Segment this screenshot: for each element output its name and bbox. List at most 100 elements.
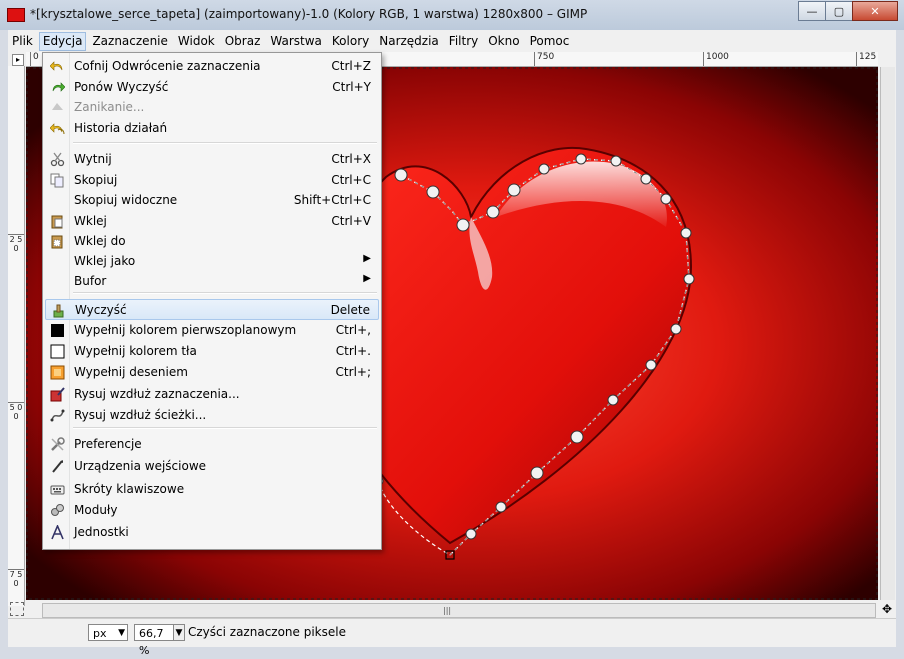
- menu-item-rysuj-wzdłuż-ścieżki[interactable]: Rysuj wzdłuż ścieżki...: [45, 405, 379, 426]
- anchor-point[interactable]: [507, 183, 521, 197]
- menu-item-historia-działań[interactable]: Historia działań: [45, 118, 379, 139]
- anchor-point[interactable]: [683, 273, 695, 285]
- menu-warstwa[interactable]: Warstwa: [266, 32, 326, 51]
- menu-kolory[interactable]: Kolory: [328, 32, 373, 51]
- menu-item-label: Jednostki: [74, 525, 129, 539]
- menu-plik[interactable]: Plik: [8, 32, 37, 51]
- copy-icon: [50, 173, 65, 188]
- ruler-corner-menu-icon[interactable]: ▸: [12, 54, 24, 66]
- menu-item-label: Wklej: [74, 214, 107, 228]
- menu-item-label: Wyczyść: [75, 303, 127, 317]
- stroke-path-icon: [50, 408, 65, 423]
- menu-item-shortcut: Ctrl+X: [331, 152, 371, 166]
- anchor-point[interactable]: [495, 501, 507, 513]
- anchor-point[interactable]: [456, 218, 470, 232]
- history-icon: [49, 121, 65, 136]
- anchor-point[interactable]: [394, 168, 408, 182]
- menu-item-cofnij-odwrócenie-zaznaczenia[interactable]: Cofnij Odwrócenie zaznaczenia Ctrl+Z: [45, 56, 379, 77]
- menu-item-urządzenia-wejściowe[interactable]: Urządzenia wejściowe: [45, 456, 379, 477]
- anchor-point[interactable]: [680, 227, 692, 239]
- menu-item-zanikanie[interactable]: Zanikanie...: [45, 97, 379, 118]
- menu-item-preferencje[interactable]: Preferencje: [45, 434, 379, 455]
- menu-item-wytnij[interactable]: Wytnij Ctrl+X: [45, 149, 379, 170]
- ruler-tick-label: 750: [534, 52, 554, 66]
- menu-item-skopiuj[interactable]: Skopiuj Ctrl+C: [45, 170, 379, 191]
- anchor-point[interactable]: [538, 163, 550, 175]
- anchor-point[interactable]: [570, 430, 584, 444]
- chevron-down-icon: ▼: [118, 628, 125, 638]
- menu-item-wypełnij-kolorem-pierwszoplanowym[interactable]: Wypełnij kolorem pierwszoplanowym Ctrl+,: [45, 320, 379, 341]
- zoom-field[interactable]: 66,7 %: [134, 624, 174, 657]
- menu-obraz[interactable]: Obraz: [221, 32, 265, 51]
- menu-item-wypełnij-deseniem[interactable]: Wypełnij deseniem Ctrl+;: [45, 362, 379, 383]
- stroke-selection-icon: [50, 387, 65, 402]
- anchor-point[interactable]: [607, 394, 619, 406]
- menu-filtry[interactable]: Filtry: [445, 32, 482, 51]
- anchor-point[interactable]: [426, 185, 440, 199]
- units-icon: [50, 523, 65, 540]
- menu-item-label: Wklej do: [74, 234, 126, 248]
- menu-edycja[interactable]: Edycja: [38, 31, 87, 51]
- menu-item-skróty-klawiszowe[interactable]: Skróty klawiszowe: [45, 479, 379, 500]
- zoom-dropdown-icon[interactable]: ▼: [173, 624, 185, 641]
- menu-narzędzia[interactable]: Narzędzia: [375, 32, 443, 51]
- menu-item-shortcut: Delete: [330, 303, 370, 317]
- menu-item-shortcut: Ctrl+Z: [331, 59, 371, 73]
- quick-mask-toggle-icon[interactable]: [10, 602, 24, 616]
- menu-item-wyczyść[interactable]: Wyczyść Delete: [45, 299, 379, 320]
- title-bar: *[krysztalowe_serce_tapeta] (zaimportowa…: [0, 0, 904, 30]
- anchor-point[interactable]: [465, 528, 477, 540]
- menu-item-label: Preferencje: [74, 437, 142, 451]
- menu-item-bufor[interactable]: Bufor ▶: [45, 271, 379, 292]
- menu-item-jednostki[interactable]: Jednostki: [45, 522, 379, 543]
- menu-item-label: Skróty klawiszowe: [74, 482, 185, 496]
- anchor-point[interactable]: [575, 153, 587, 165]
- menu-item-label: Historia działań: [74, 121, 168, 135]
- maximize-button[interactable]: ▢: [825, 1, 853, 21]
- fill-pattern-icon: [50, 365, 65, 380]
- submenu-arrow-icon: ▶: [363, 253, 371, 264]
- menu-item-moduły[interactable]: Moduły: [45, 500, 379, 521]
- menu-item-rysuj-wzdłuż-zaznaczenia[interactable]: Rysuj wzdłuż zaznaczenia...: [45, 384, 379, 405]
- menu-zaznaczenie[interactable]: Zaznaczenie: [88, 32, 171, 51]
- menu-item-ponów-wyczyść[interactable]: Ponów Wyczyść Ctrl+Y: [45, 77, 379, 98]
- menu-item-label: Rysuj wzdłuż zaznaczenia...: [74, 387, 240, 401]
- menu-item-skopiuj-widoczne[interactable]: Skopiuj widoczne Shift+Ctrl+C: [45, 190, 379, 211]
- anchor-point[interactable]: [660, 193, 672, 205]
- paste-into-icon: [50, 234, 65, 249]
- menu-item-shortcut: Ctrl+C: [331, 173, 371, 187]
- menu-item-wklej-do[interactable]: Wklej do: [45, 231, 379, 252]
- unit-selector[interactable]: px ▼: [88, 624, 128, 641]
- navigate-icon[interactable]: ✥: [880, 602, 894, 616]
- menu-bar: Plik Edycja Zaznaczenie Widok Obraz Warstwa Ko…: [8, 30, 896, 52]
- menu-item-label: Ponów Wyczyść: [74, 80, 169, 94]
- horizontal-scrollbar[interactable]: |||: [42, 603, 876, 618]
- menu-item-wypełnij-kolorem-tła[interactable]: Wypełnij kolorem tła Ctrl+.: [45, 341, 379, 362]
- anchor-point[interactable]: [640, 173, 652, 185]
- anchor-point[interactable]: [670, 323, 682, 335]
- ruler-tick-label: 5 0 0: [8, 402, 24, 421]
- menu-item-label: Wypełnij kolorem pierwszoplanowym: [74, 323, 297, 337]
- menu-item-label: Wypełnij kolorem tła: [74, 344, 197, 358]
- anchor-point[interactable]: [645, 359, 657, 371]
- menu-item-shortcut: Ctrl+Y: [332, 80, 371, 94]
- menu-item-label: Urządzenia wejściowe: [74, 459, 207, 473]
- menu-item-label: Wytnij: [74, 152, 112, 166]
- ruler-tick-label: 125: [856, 52, 876, 66]
- menu-item-shortcut: Ctrl+V: [331, 214, 371, 228]
- minimize-button[interactable]: —: [798, 1, 826, 21]
- menu-item-wklej[interactable]: Wklej Ctrl+V: [45, 211, 379, 232]
- anchor-point[interactable]: [610, 155, 622, 167]
- anchor-point[interactable]: [486, 205, 500, 219]
- close-button[interactable]: ✕: [852, 1, 898, 21]
- menu-okno[interactable]: Okno: [484, 32, 523, 51]
- menu-item-wklej-jako[interactable]: Wklej jako ▶: [45, 251, 379, 272]
- vertical-ruler[interactable]: 2 5 0 5 0 0 7 5 0: [8, 66, 25, 606]
- menu-pomoc[interactable]: Pomoc: [526, 32, 574, 51]
- ruler-tick-label: 2 5 0: [8, 234, 24, 253]
- vertical-scrollbar[interactable]: [880, 67, 895, 600]
- anchor-point[interactable]: [530, 466, 544, 480]
- status-bar: px ▼ 66,7 % ▼ Czyści zaznaczone piksele: [8, 618, 896, 657]
- window-title: *[krysztalowe_serce_tapeta] (zaimportowa…: [30, 7, 588, 21]
- menu-widok[interactable]: Widok: [174, 32, 219, 51]
